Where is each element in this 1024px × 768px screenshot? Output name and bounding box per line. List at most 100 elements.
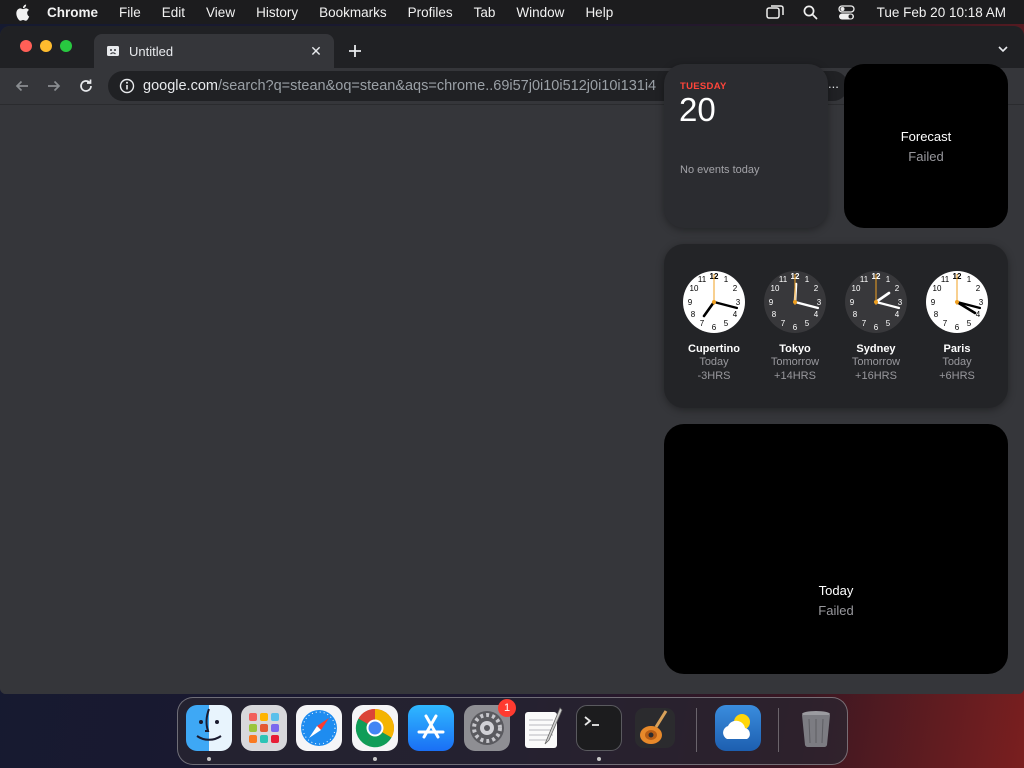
launchpad-icon[interactable]	[241, 705, 287, 751]
menu-file[interactable]: File	[119, 5, 141, 20]
svg-text:11: 11	[860, 275, 869, 284]
svg-text:8: 8	[934, 310, 939, 319]
svg-text:5: 5	[886, 319, 891, 328]
today-widget[interactable]: Today Failed	[664, 424, 1008, 674]
menu-help[interactable]: Help	[585, 5, 613, 20]
svg-text:1: 1	[886, 275, 891, 284]
svg-text:2: 2	[976, 284, 981, 293]
running-indicator	[207, 757, 211, 761]
menu-app-name[interactable]: Chrome	[47, 5, 98, 20]
finder-icon[interactable]	[186, 705, 232, 751]
terminal-icon[interactable]	[576, 705, 622, 751]
sad-page-icon	[106, 44, 120, 58]
back-arrow-icon[interactable]	[12, 76, 32, 96]
clock-offset: +6HRS	[939, 370, 975, 382]
menu-edit[interactable]: Edit	[162, 5, 185, 20]
svg-text:5: 5	[724, 319, 729, 328]
system-settings-icon[interactable]: 1	[464, 699, 516, 751]
tab-untitled[interactable]: Untitled ✕	[94, 34, 334, 68]
menu-history[interactable]: History	[256, 5, 298, 20]
screen-mirroring-icon[interactable]	[765, 2, 785, 22]
forecast-widget[interactable]: Forecast Failed	[844, 64, 1008, 228]
menu-clock[interactable]: Tue Feb 20 10:18 AM	[877, 5, 1006, 20]
weather-icon[interactable]	[715, 705, 761, 751]
menu-profiles[interactable]: Profiles	[408, 5, 453, 20]
analog-clock-icon: 12 1234567891011	[683, 271, 745, 333]
url-host: google.com	[143, 78, 218, 94]
window-controls	[20, 40, 72, 52]
analog-clock-icon: 12 1234567891011	[845, 271, 907, 333]
clock-city: Paris	[943, 343, 971, 355]
dock-separator	[696, 708, 697, 752]
svg-text:11: 11	[779, 275, 788, 284]
close-window-button[interactable]	[20, 40, 32, 52]
svg-text:10: 10	[852, 284, 861, 293]
tab-search-chevron-icon[interactable]	[996, 42, 1010, 56]
svg-text:2: 2	[733, 284, 738, 293]
clock-city: Sydney	[856, 343, 896, 355]
app-store-icon[interactable]	[408, 705, 454, 751]
menu-bookmarks[interactable]: Bookmarks	[319, 5, 387, 20]
svg-text:6: 6	[793, 323, 798, 332]
apple-menu-icon[interactable]	[11, 1, 33, 23]
safari-icon[interactable]	[296, 705, 342, 751]
svg-text:4: 4	[976, 310, 981, 319]
calendar-day: 20	[679, 91, 716, 128]
svg-text:6: 6	[955, 323, 960, 332]
clock-relative-day: Today	[942, 356, 972, 368]
svg-text:5: 5	[805, 319, 810, 328]
clock-offset: +16HRS	[855, 370, 897, 382]
menu-view[interactable]: View	[206, 5, 235, 20]
forward-arrow-icon[interactable]	[44, 76, 64, 96]
control-center-icon[interactable]	[837, 2, 857, 22]
svg-text:6: 6	[712, 323, 717, 332]
clock-offset: +14HRS	[774, 370, 816, 382]
svg-text:5: 5	[967, 319, 972, 328]
svg-text:10: 10	[933, 284, 942, 293]
menu-bar: Chrome File Edit View History Bookmarks …	[0, 0, 1024, 24]
spotlight-search-icon[interactable]	[801, 2, 821, 22]
svg-text:7: 7	[700, 319, 705, 328]
zoom-window-button[interactable]	[60, 40, 72, 52]
running-indicator	[597, 757, 601, 761]
world-clock-widget[interactable]: 12 1 2 3 4 5 6 7 8 9 10 11 Cupertino Today -3HRS 12…	[664, 244, 1008, 408]
new-tab-button[interactable]	[344, 40, 366, 62]
svg-text:3: 3	[736, 298, 741, 307]
svg-text:3: 3	[898, 298, 903, 307]
forecast-status: Failed	[908, 149, 944, 164]
svg-text:8: 8	[853, 310, 858, 319]
tab-close-icon[interactable]: ✕	[308, 43, 324, 59]
textedit-icon[interactable]	[520, 705, 566, 751]
reload-icon[interactable]	[76, 76, 96, 96]
chrome-icon[interactable]	[352, 705, 398, 751]
svg-text:4: 4	[895, 310, 900, 319]
running-indicator	[373, 757, 377, 761]
analog-clock-icon: 12 1234567891011	[764, 271, 826, 333]
toolbar-overflow[interactable]: ...	[828, 76, 839, 91]
trash-icon[interactable]	[793, 705, 839, 751]
today-status: Failed	[818, 603, 854, 618]
svg-text:3: 3	[817, 298, 822, 307]
site-info-icon[interactable]	[119, 78, 135, 94]
svg-text:9: 9	[688, 298, 693, 307]
menu-tab[interactable]: Tab	[474, 5, 496, 20]
svg-text:7: 7	[943, 319, 948, 328]
svg-text:10: 10	[771, 284, 780, 293]
svg-text:7: 7	[781, 319, 786, 328]
dock: 1	[177, 697, 848, 765]
minimize-window-button[interactable]	[40, 40, 52, 52]
menu-window[interactable]: Window	[516, 5, 564, 20]
today-title: Today	[818, 583, 854, 598]
calendar-widget[interactable]: TUESDAY 20 No events today	[664, 64, 828, 228]
svg-text:3: 3	[979, 298, 984, 307]
url-path: /search?q=stean&oq=stean&aqs=chrome..69i…	[217, 78, 657, 94]
notification-badge: 1	[498, 699, 516, 717]
svg-text:11: 11	[698, 275, 707, 284]
clock-city: Tokyo	[779, 343, 811, 355]
svg-text:8: 8	[772, 310, 777, 319]
svg-text:9: 9	[769, 298, 774, 307]
clock-city: Cupertino	[688, 343, 740, 355]
svg-text:11: 11	[941, 275, 950, 284]
dock-separator	[778, 708, 779, 752]
garageband-icon[interactable]	[632, 705, 678, 751]
